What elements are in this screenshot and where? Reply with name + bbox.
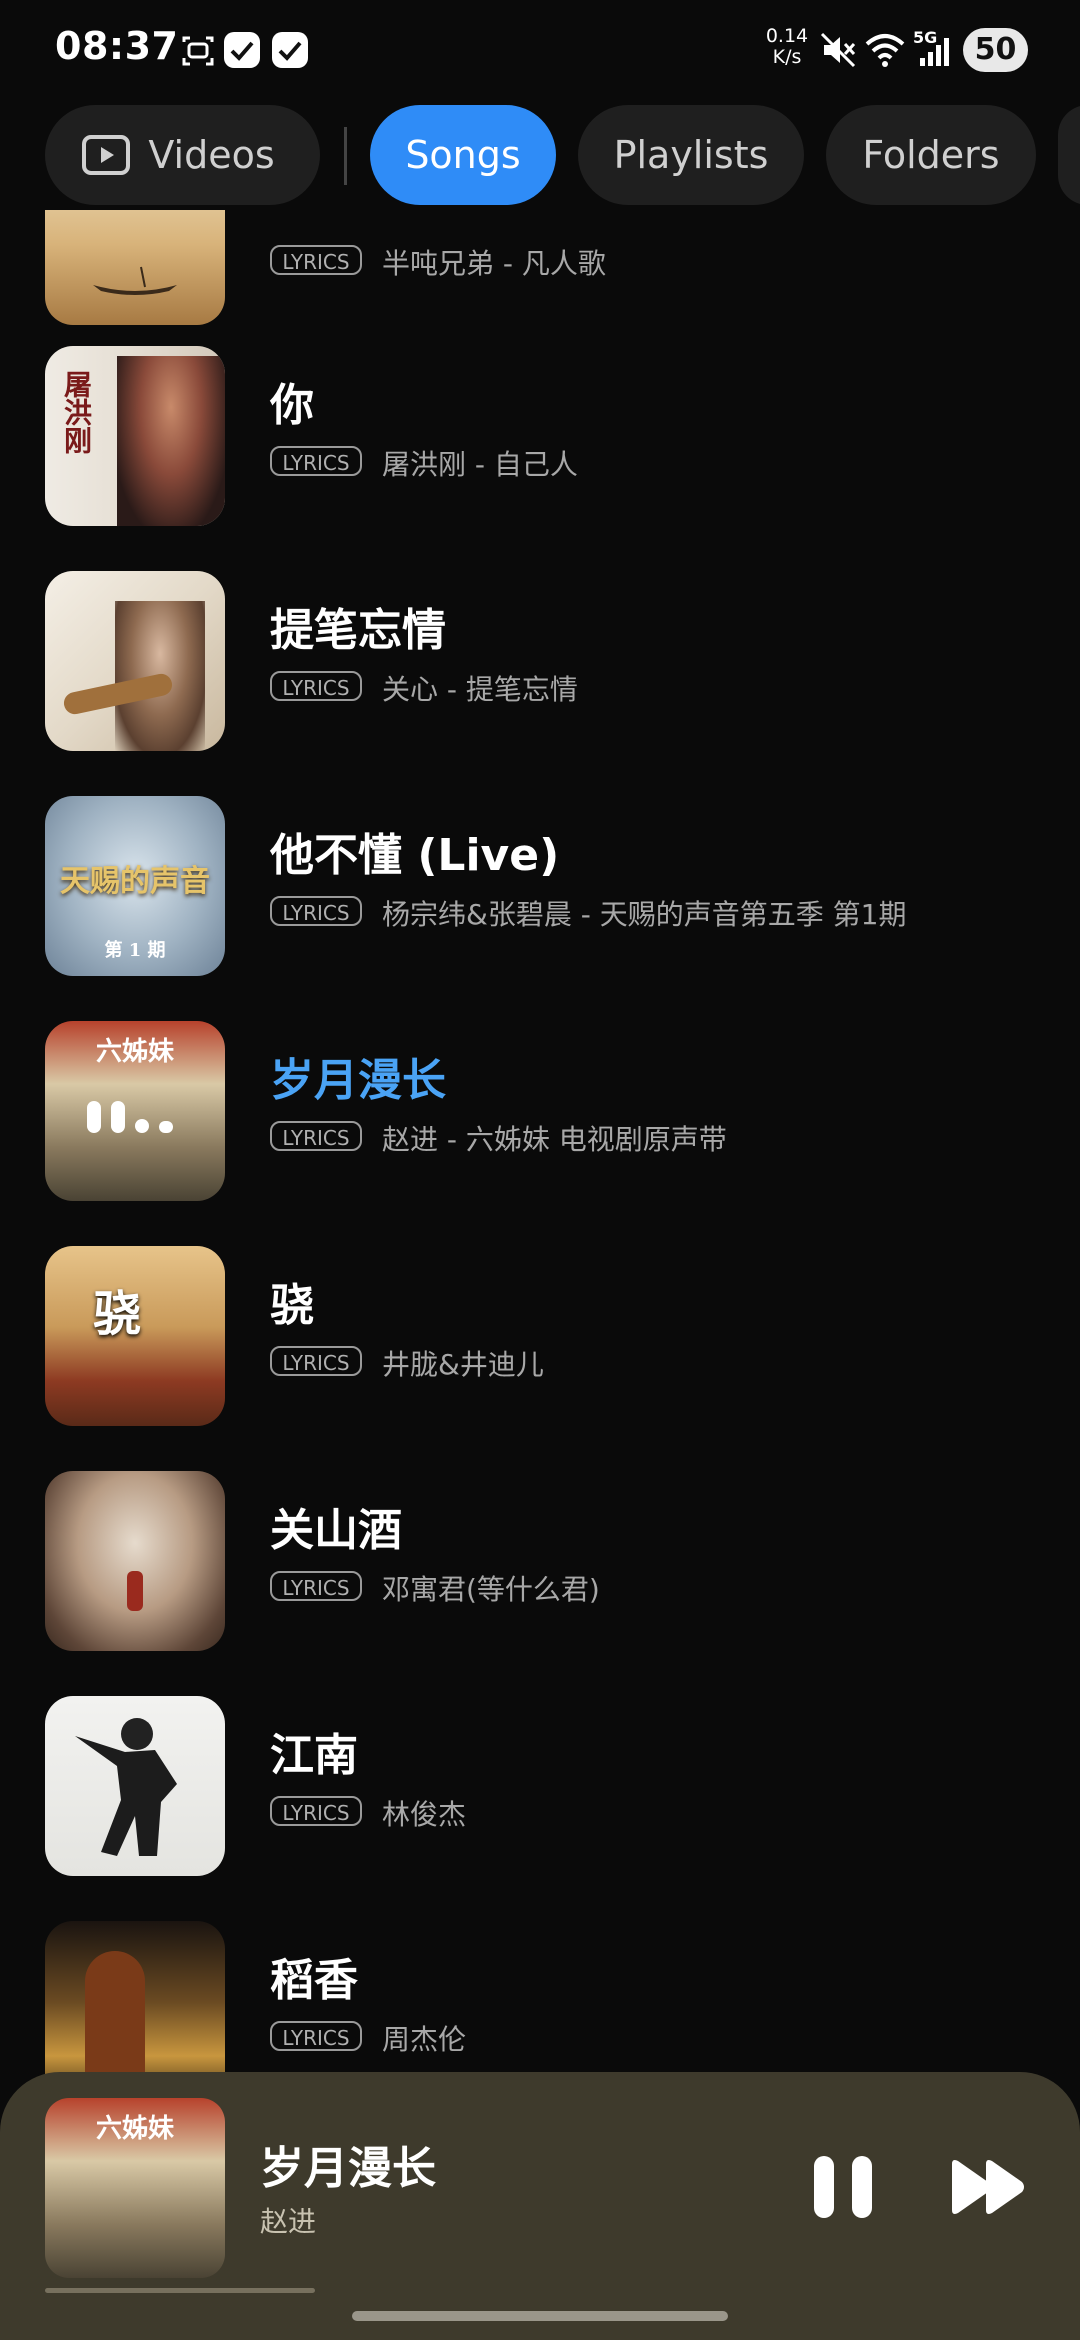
lyrics-badge: LYRICS	[270, 1346, 362, 1376]
mini-player[interactable]: 六姊妹 岁月漫长 赵进	[0, 2072, 1080, 2340]
wifi-icon	[865, 34, 905, 67]
album-cover	[45, 1696, 225, 1876]
status-bar: 08:37 0.14 K/s 5G 50	[0, 0, 1080, 100]
tab-divider	[344, 127, 347, 185]
lyrics-badge: LYRICS	[270, 245, 362, 275]
song-artist: 杨宗纬&张碧晨 - 天赐的声音第五季 第1期	[382, 898, 907, 931]
song-artist: 赵进 - 六姊妹 电视剧原声带	[382, 1123, 727, 1156]
pause-button[interactable]	[808, 2152, 878, 2222]
song-row-playing[interactable]: 六姊妹 岁月漫长 LYRICS 赵进 - 六姊妹 电视剧原声带	[0, 998, 1080, 1223]
album-cover	[45, 1471, 225, 1651]
album-cover: 屠洪刚	[45, 346, 225, 526]
song-title: 他不懂 (Live)	[270, 830, 560, 881]
tab-songs[interactable]: Songs	[370, 105, 556, 205]
song-title: 稻香	[270, 1955, 358, 2006]
tab-more[interactable]	[1058, 105, 1080, 205]
mini-player-artist: 赵进	[260, 2205, 317, 2238]
status-time: 08:37	[55, 24, 179, 68]
screenshot-icon	[182, 36, 214, 66]
song-title: 你	[270, 380, 314, 431]
check-notification-icon	[224, 32, 260, 68]
song-row[interactable]: 天赐的声音 第 1 期 他不懂 (Live) LYRICS 杨宗纬&张碧晨 - …	[0, 773, 1080, 998]
song-artist: 半吨兄弟 - 凡人歌	[382, 247, 606, 280]
boat-icon	[93, 266, 177, 295]
song-title: 骁	[270, 1280, 314, 1331]
song-row[interactable]: 提笔忘情 LYRICS 关心 - 提笔忘情	[0, 548, 1080, 773]
mini-player-title: 岁月漫长	[260, 2143, 436, 2194]
figure-icon	[75, 1718, 177, 1856]
album-cover	[45, 210, 225, 325]
song-title: 关山酒	[270, 1505, 402, 1556]
next-button[interactable]	[948, 2156, 1028, 2218]
cover-text: 六姊妹	[95, 1037, 174, 1067]
lyrics-badge: LYRICS	[270, 1796, 362, 1826]
lyrics-badge: LYRICS	[270, 671, 362, 701]
cover-text: 天赐的声音	[60, 864, 210, 899]
song-row[interactable]: 骁 骁 LYRICS 井胧&井迪儿	[0, 1223, 1080, 1448]
mini-cover-text: 六姊妹	[95, 2114, 174, 2144]
lyrics-badge: LYRICS	[270, 1571, 362, 1601]
song-artist: 林俊杰	[382, 1798, 467, 1831]
tab-label-songs: Songs	[405, 133, 521, 177]
playback-progress[interactable]	[45, 2288, 315, 2293]
net-speed-value: 0.14	[765, 25, 809, 47]
cover-text: 屠洪刚	[60, 370, 93, 454]
net-speed: 0.14 K/s	[764, 26, 810, 68]
tab-playlists[interactable]: Playlists	[578, 105, 804, 205]
album-cover: 天赐的声音 第 1 期	[45, 796, 225, 976]
lyrics-badge: LYRICS	[270, 2021, 362, 2051]
song-title: 江南	[270, 1730, 358, 1781]
tab-folders[interactable]: Folders	[826, 105, 1036, 205]
album-cover	[45, 571, 225, 751]
cover-text: 骁	[93, 1286, 142, 1342]
signal-icon	[920, 38, 949, 66]
now-playing-bars-icon	[87, 1101, 173, 1133]
lyrics-badge: LYRICS	[270, 896, 362, 926]
song-artist: 井胧&井迪儿	[382, 1348, 544, 1381]
song-row[interactable]: 屠洪刚 你 LYRICS 屠洪刚 - 自己人	[0, 323, 1080, 548]
net-speed-unit: K/s	[772, 46, 802, 68]
lyrics-badge: LYRICS	[270, 1121, 362, 1151]
home-indicator[interactable]	[352, 2311, 728, 2321]
mini-player-cover[interactable]: 六姊妹	[45, 2098, 225, 2278]
tab-label-videos: Videos	[148, 133, 275, 177]
album-cover: 六姊妹	[45, 1021, 225, 1201]
mute-icon	[820, 32, 856, 68]
song-row[interactable]: 关山酒 LYRICS 邓寓君(等什么君)	[0, 1448, 1080, 1673]
song-list: LYRICS 半吨兄弟 - 凡人歌 屠洪刚 你 LYRICS 屠洪刚 - 自己人…	[0, 210, 1080, 2075]
song-artist: 屠洪刚 - 自己人	[382, 448, 578, 481]
album-cover: 骁	[45, 1246, 225, 1426]
video-icon	[82, 135, 130, 175]
tab-videos[interactable]: Videos	[45, 105, 320, 205]
song-title: 提笔忘情	[270, 605, 446, 656]
song-artist: 关心 - 提笔忘情	[382, 673, 578, 706]
tab-label-folders: Folders	[862, 133, 1000, 177]
song-row[interactable]: 稻香 LYRICS 周杰伦	[0, 1898, 1080, 2075]
check-notification-icon-2	[272, 32, 308, 68]
lyrics-badge: LYRICS	[270, 446, 362, 476]
song-artist: 邓寓君(等什么君)	[382, 1573, 600, 1606]
song-artist: 周杰伦	[382, 2023, 467, 2056]
category-tabs: Videos Songs Playlists Folders	[0, 105, 1080, 211]
song-title: 岁月漫长	[270, 1055, 446, 1106]
album-cover	[45, 1921, 225, 2075]
cover-subtext: 第 1 期	[104, 940, 166, 961]
battery-indicator: 50	[963, 28, 1028, 72]
song-row[interactable]: 江南 LYRICS 林俊杰	[0, 1673, 1080, 1898]
tab-label-playlists: Playlists	[613, 133, 769, 177]
